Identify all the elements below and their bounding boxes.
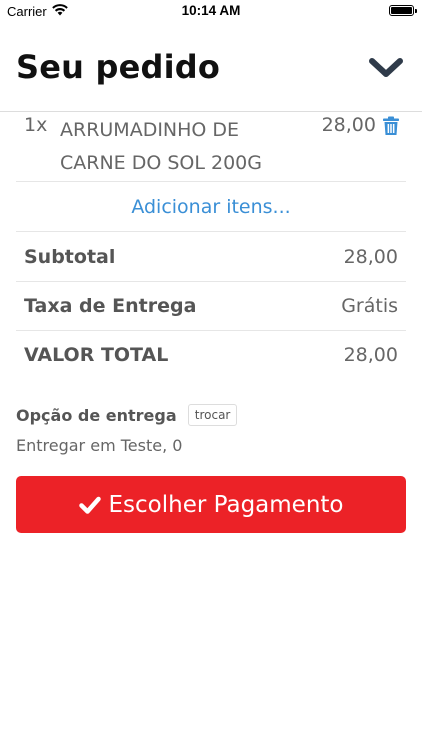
status-bar: Carrier 10:14 AM (0, 0, 422, 22)
choose-payment-label: Escolher Pagamento (108, 491, 344, 518)
item-quantity: 1x (24, 114, 48, 136)
subtotal-value: 28,00 (343, 246, 398, 268)
delivery-fee-value: Grátis (341, 295, 398, 317)
subtotal-row: Subtotal 28,00 (16, 232, 406, 282)
check-icon (78, 494, 101, 516)
item-name: ARRUMADINHO DE CARNE DO SOL 200G (60, 119, 262, 174)
battery-icon (389, 5, 417, 16)
subtotal-label: Subtotal (24, 246, 116, 268)
delivery-fee-label: Taxa de Entrega (24, 295, 197, 317)
header: Seu pedido (0, 22, 422, 112)
total-row: VALOR TOTAL 28,00 (16, 330, 406, 380)
total-label: VALOR TOTAL (24, 344, 169, 366)
chevron-down-icon[interactable] (368, 56, 404, 80)
delivery-option-title: Opção de entrega (16, 405, 177, 425)
page-title: Seu pedido (16, 48, 221, 86)
delivery-fee-row: Taxa de Entrega Grátis (16, 281, 406, 331)
status-time: 10:14 AM (181, 3, 241, 18)
total-value: 28,00 (343, 344, 398, 366)
delivery-address: Entregar em Teste, 0 (16, 436, 183, 455)
trash-icon[interactable] (382, 116, 400, 136)
delivery-option: Opção de entrega trocar Entregar em Test… (16, 404, 406, 455)
add-items-link[interactable]: Adicionar itens... (16, 182, 406, 232)
choose-payment-button[interactable]: Escolher Pagamento (16, 476, 406, 533)
order-item-row: 1x ARRUMADINHO DE CARNE DO SOL 200G 28,0… (16, 112, 406, 182)
item-price: 28,00 (321, 114, 376, 136)
change-delivery-button[interactable]: trocar (187, 404, 238, 426)
